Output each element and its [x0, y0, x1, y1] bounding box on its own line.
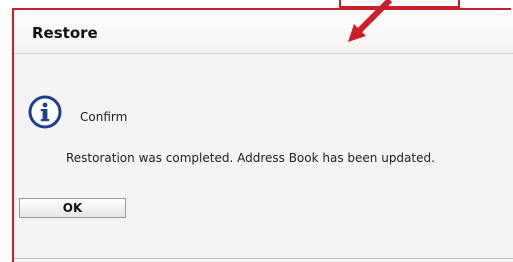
- screenshot-canvas: Restore Confirm Restoration was complete…: [0, 0, 513, 262]
- annotation-frame: [12, 8, 511, 262]
- red-arrow-icon: [348, 0, 393, 42]
